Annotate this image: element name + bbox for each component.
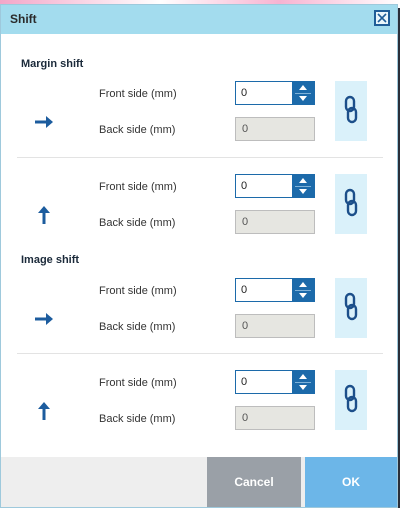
decrement-button[interactable]	[292, 93, 314, 104]
dialog-titlebar: Shift	[1, 5, 397, 34]
close-icon	[377, 13, 387, 23]
image-shift-vertical-group: Front side (mm) 0 Back side (mm) 0	[17, 370, 383, 462]
front-side-label: Front side (mm)	[99, 181, 177, 193]
front-side-spinbox[interactable]: 0	[235, 278, 315, 302]
increment-button[interactable]	[292, 371, 314, 382]
back-side-value: 0	[242, 320, 249, 332]
back-side-value: 0	[242, 412, 249, 424]
section-divider	[17, 157, 383, 158]
image-shift-title: Image shift	[21, 254, 80, 266]
margin-shift-title: Margin shift	[21, 58, 84, 70]
front-side-value[interactable]: 0	[241, 284, 247, 296]
dialog-title: Shift	[10, 12, 37, 26]
front-side-spinbox[interactable]: 0	[235, 370, 315, 394]
dialog-footer: Cancel OK	[1, 457, 397, 507]
cancel-button[interactable]: Cancel	[207, 457, 301, 507]
ok-button[interactable]: OK	[305, 457, 397, 507]
front-side-value[interactable]: 0	[241, 180, 247, 192]
increment-button[interactable]	[292, 82, 314, 93]
front-side-value[interactable]: 0	[241, 87, 247, 99]
shift-dialog: Shift Margin shift Front side (mm) 0 Bac…	[0, 4, 398, 508]
link-chain-icon	[344, 188, 358, 217]
back-side-label: Back side (mm)	[99, 413, 176, 425]
link-front-back-button[interactable]	[335, 81, 367, 141]
link-chain-icon	[344, 292, 358, 321]
image-shift-horizontal-group: Front side (mm) 0 Back side (mm) 0	[17, 278, 383, 370]
back-side-label: Back side (mm)	[99, 124, 176, 136]
front-side-spinbox[interactable]: 0	[235, 81, 315, 105]
arrow-right-icon	[35, 116, 53, 128]
decrement-button[interactable]	[292, 290, 314, 301]
increment-button[interactable]	[292, 175, 314, 186]
front-side-label: Front side (mm)	[99, 285, 177, 297]
link-chain-icon	[344, 95, 358, 124]
back-side-field: 0	[235, 210, 315, 234]
decrement-button[interactable]	[292, 382, 314, 393]
spin-buttons	[292, 371, 314, 393]
link-front-back-button[interactable]	[335, 174, 367, 234]
increment-button[interactable]	[292, 279, 314, 290]
decrement-button[interactable]	[292, 186, 314, 197]
front-side-label: Front side (mm)	[99, 88, 177, 100]
spin-buttons	[292, 175, 314, 197]
arrow-right-icon	[35, 313, 53, 325]
margin-shift-horizontal-group: Front side (mm) 0 Back side (mm) 0	[17, 81, 383, 173]
back-side-label: Back side (mm)	[99, 321, 176, 333]
arrow-up-icon	[38, 402, 50, 420]
back-side-label: Back side (mm)	[99, 217, 176, 229]
link-front-back-button[interactable]	[335, 370, 367, 430]
back-side-field: 0	[235, 314, 315, 338]
link-chain-icon	[344, 384, 358, 413]
margin-shift-vertical-group: Front side (mm) 0 Back side (mm) 0	[17, 174, 383, 266]
back-side-field: 0	[235, 406, 315, 430]
spin-buttons	[292, 279, 314, 301]
arrow-up-icon	[38, 206, 50, 224]
back-side-value: 0	[242, 216, 249, 228]
back-side-value: 0	[242, 123, 249, 135]
front-side-spinbox[interactable]: 0	[235, 174, 315, 198]
spin-buttons	[292, 82, 314, 104]
close-button[interactable]	[374, 10, 390, 26]
front-side-label: Front side (mm)	[99, 377, 177, 389]
back-side-field: 0	[235, 117, 315, 141]
section-divider	[17, 353, 383, 354]
link-front-back-button[interactable]	[335, 278, 367, 338]
front-side-value[interactable]: 0	[241, 376, 247, 388]
